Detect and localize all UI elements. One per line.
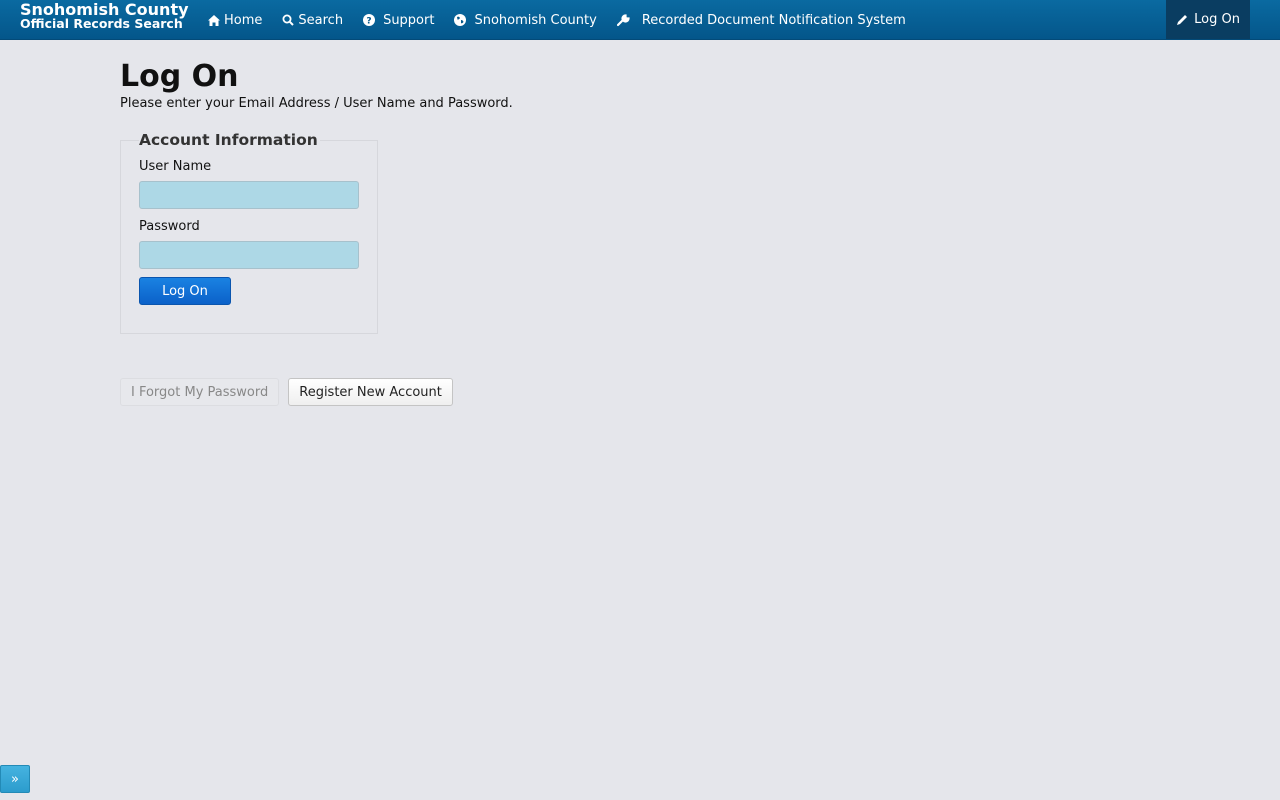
username-input[interactable] — [139, 181, 359, 209]
page-title: Log On — [120, 59, 239, 94]
log-on-button[interactable]: Log On — [139, 277, 231, 305]
username-label: User Name — [139, 159, 212, 174]
double-chevron-right-icon: » — [11, 771, 19, 787]
page-subtitle: Please enter your Email Address / User N… — [120, 96, 513, 111]
nav-item-label: Home — [224, 12, 263, 28]
forgot-password-button[interactable]: I Forgot My Password — [120, 378, 280, 406]
question-circle-icon: ? — [363, 14, 376, 27]
nav-item-support[interactable]: ? Support — [353, 0, 444, 40]
nav-item-label: Support — [383, 12, 435, 28]
main-nav: Home Search ? Support Snohomish County R… — [200, 0, 916, 40]
password-input[interactable] — [139, 241, 359, 269]
wrench-icon — [616, 13, 630, 26]
globe-icon — [454, 14, 467, 26]
search-icon — [282, 14, 295, 26]
account-actions: I Forgot My Password Register New Accoun… — [120, 378, 453, 406]
password-label: Password — [139, 219, 200, 234]
home-icon — [208, 14, 220, 26]
brand-subtitle: Official Records Search — [20, 16, 183, 31]
nav-item-county[interactable]: Snohomish County — [444, 0, 606, 40]
svg-text:?: ? — [366, 17, 371, 27]
nav-item-label: Recorded Document Notification System — [641, 12, 906, 28]
nav-item-notification-system[interactable]: Recorded Document Notification System — [607, 0, 916, 40]
nav-item-label: Snohomish County — [474, 12, 597, 28]
nav-item-search[interactable]: Search — [272, 0, 353, 40]
nav-item-label: Search — [298, 12, 344, 28]
brand[interactable]: Snohomish County Official Records Search — [20, 0, 189, 31]
side-panel-expand-button[interactable]: » — [0, 765, 30, 793]
account-information-fieldset: Account Information User Name Password L… — [120, 131, 378, 334]
nav-login-label: Log On — [1194, 12, 1240, 27]
brand-title: Snohomish County — [20, 0, 189, 19]
register-account-button[interactable]: Register New Account — [288, 378, 453, 406]
main-content: Log On Please enter your Email Address /… — [120, 58, 513, 406]
top-navbar: Snohomish County Official Records Search… — [0, 0, 1280, 40]
pencil-icon — [1177, 14, 1188, 25]
nav-item-home[interactable]: Home — [200, 0, 272, 40]
fieldset-legend: Account Information — [139, 131, 320, 149]
nav-item-log-on[interactable]: Log On — [1166, 0, 1250, 39]
